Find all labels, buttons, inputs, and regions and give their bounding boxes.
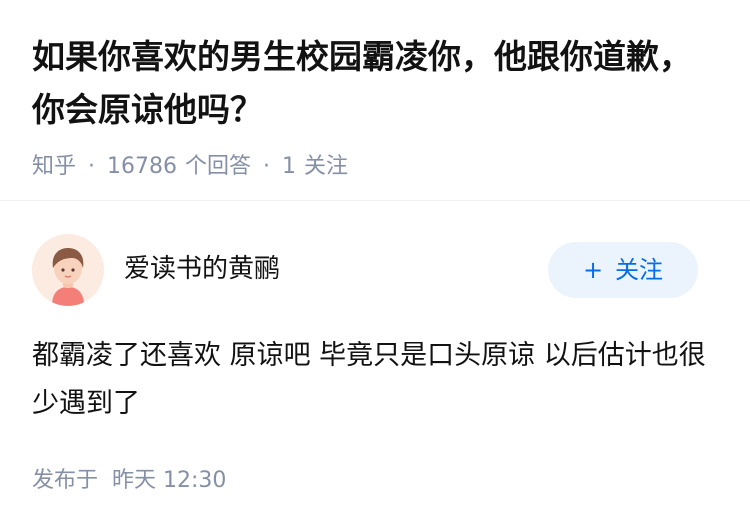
follow-button-label: 关注	[615, 256, 664, 284]
answer-count: 16786	[107, 154, 178, 179]
avatar-illustration-icon	[32, 234, 104, 306]
question-header: 如果你喜欢的男生校园霸凌你，他跟你道歉，你会原谅他吗？ 知乎 · 16786 个回答 ·…	[32, 30, 722, 182]
question-title[interactable]: 如果你喜欢的男生校园霸凌你，他跟你道歉，你会原谅他吗？	[32, 30, 722, 136]
follow-button[interactable]: + 关注	[548, 242, 698, 298]
plus-icon: +	[582, 256, 604, 284]
question-meta: 知乎 · 16786 个回答 · 1 关注	[32, 152, 722, 182]
answer-count-label: 个回答	[185, 154, 252, 179]
author-info: 爱读书的黄鹂 + 关注	[32, 234, 718, 306]
follower-count: 1	[282, 154, 297, 179]
source-label[interactable]: 知乎	[32, 154, 76, 179]
section-divider	[0, 200, 750, 201]
avatar[interactable]	[32, 234, 104, 306]
follower-label: 关注	[304, 154, 349, 179]
answer-content[interactable]: 都霸凌了还喜欢 原谅吧 毕竟只是口头原谅 以后估计也很少遇到了	[32, 332, 722, 428]
answer-publish-time: 发布于 昨天 12:30	[32, 465, 226, 497]
published-label: 发布于	[32, 468, 99, 493]
meta-separator: ·	[263, 154, 271, 179]
author-name[interactable]: 爱读书的黄鹂	[124, 252, 280, 286]
published-time: 昨天 12:30	[112, 468, 227, 493]
meta-separator: ·	[88, 154, 96, 179]
